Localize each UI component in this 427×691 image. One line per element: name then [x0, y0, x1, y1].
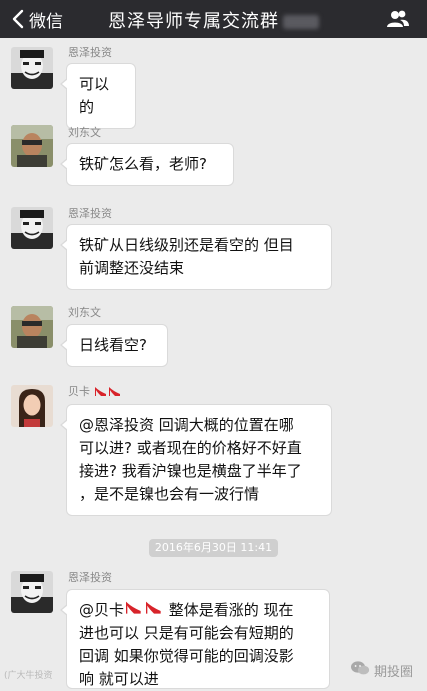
page-title: 恩泽导师专属交流群 [0, 7, 427, 33]
sender-name: 刘东文 [68, 126, 101, 139]
message-text-line: 响 就可以进 [79, 670, 159, 688]
avatar[interactable] [11, 571, 53, 613]
group-members-icon [387, 10, 409, 33]
redacted-blur [283, 15, 319, 29]
wechat-logo-icon [350, 660, 370, 680]
message-bubble[interactable]: @恩泽投资 回调大概的位置在哪 可以进? 或者现在的价格好不好直 接进? 我看沪… [60, 404, 332, 516]
message-bubble[interactable]: 可以的 [60, 63, 136, 129]
message-bubble[interactable]: 铁矿从日线级别还是看空的 但目 前调整还没结束 [60, 224, 332, 290]
mention-link[interactable]: @贝卡 [79, 601, 124, 619]
avatar[interactable] [11, 47, 53, 89]
high-heel-icon [144, 599, 164, 622]
group-info-button[interactable] [387, 9, 409, 33]
message-bubble[interactable]: @贝卡 整体是看涨的 现在 进也可以 只是有可能会有短期的 回调 如果你觉得可能… [60, 589, 330, 689]
avatar[interactable] [11, 306, 53, 348]
top-bar: 微信 恩泽导师专属交流群 [0, 0, 427, 38]
chat-title: 恩泽导师专属交流群 [108, 11, 279, 32]
sender-name: 恩泽投资 [68, 207, 112, 220]
avatar[interactable] [11, 207, 53, 249]
message-text-line: @贝卡 整体是看涨的 现在 [79, 599, 317, 622]
sender-name: 恩泽投资 [68, 571, 112, 584]
message-bubble[interactable]: 铁矿怎么看，老师? [60, 143, 234, 186]
message-text-line: ，是不是镍也会有一波行情 [79, 485, 260, 503]
message-text: 可以的 [79, 75, 110, 116]
avatar[interactable] [11, 125, 53, 167]
watermark-right: 期投圈 [350, 660, 413, 680]
avatar[interactable] [11, 385, 53, 427]
sender-name: 贝卡 [68, 383, 122, 400]
message-text-line: 进也可以 只是有可能会有短期的 [79, 624, 294, 642]
message-text-line: 回调 如果你觉得可能的回调没影 [79, 647, 294, 665]
timestamp-chip: 2016年6月30日 11:41 [149, 539, 278, 557]
message-text-line: 接进? 我看沪镍也是横盘了半年了 [79, 462, 302, 480]
sender-name: 刘东文 [68, 306, 101, 319]
watermark-left: (广大牛投资 [4, 671, 53, 681]
message-text: 整体是看涨的 现在 [164, 601, 294, 619]
high-heel-icon [124, 599, 144, 622]
sender-name: 恩泽投资 [68, 46, 112, 59]
message-text: 日线看空? [79, 336, 147, 354]
message-text: 铁矿怎么看，老师? [79, 155, 207, 173]
high-heel-icon [94, 385, 108, 400]
watermark-text: 期投圈 [373, 664, 413, 680]
sender-name-text: 贝卡 [68, 385, 90, 398]
message-text-line: 可以进? 或者现在的价格好不好直 [79, 439, 302, 457]
high-heel-icon [108, 385, 122, 400]
message-text-line: 铁矿从日线级别还是看空的 但目 [79, 236, 294, 254]
message-text-line: 前调整还没结束 [79, 259, 185, 277]
message-text-line: @恩泽投资 回调大概的位置在哪 [79, 416, 294, 434]
message-bubble[interactable]: 日线看空? [60, 324, 168, 367]
